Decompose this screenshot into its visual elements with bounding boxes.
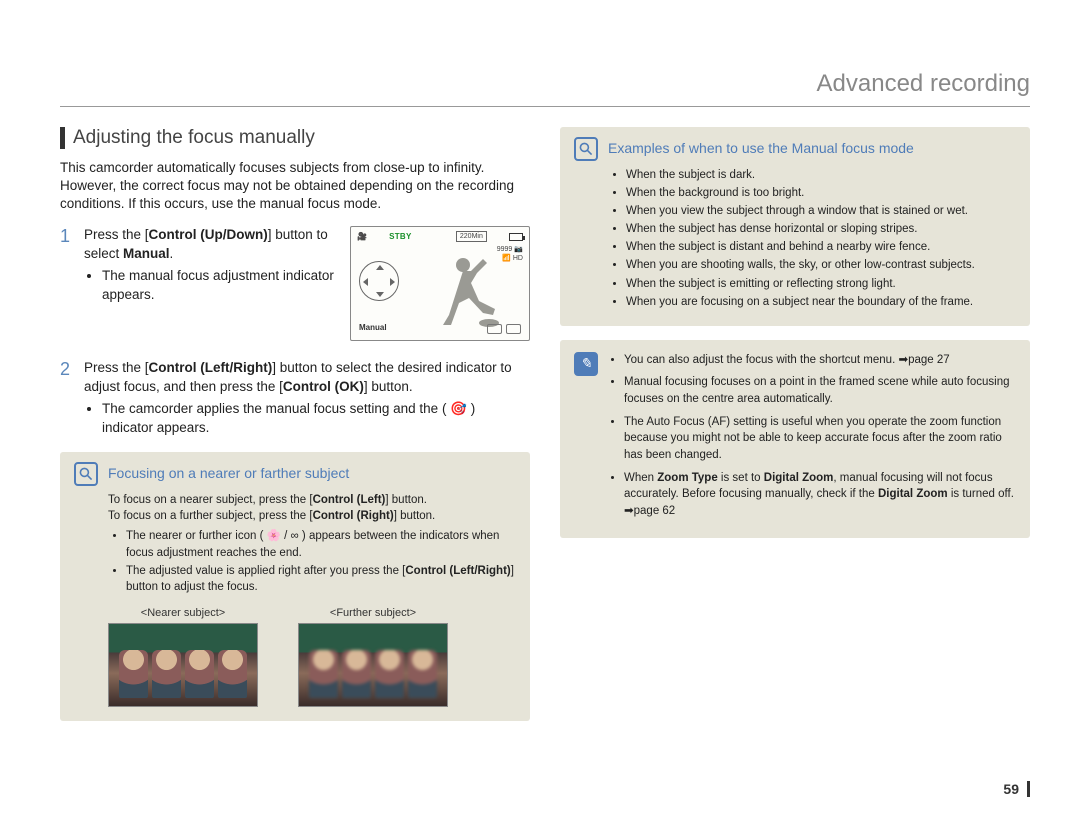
- list-item: When the subject has dense horizontal or…: [626, 221, 1016, 237]
- callout-examples: Examples of when to use the Manual focus…: [560, 127, 1030, 326]
- page-number: 59: [1003, 781, 1030, 797]
- lcd-time: 220Min: [456, 231, 487, 243]
- step-number: 1: [60, 226, 74, 349]
- further-label: <Further subject>: [298, 607, 448, 619]
- list-item: When the subject is emitting or reflecti…: [626, 276, 1016, 292]
- callout-nearer-farther: Focusing on a nearer or farther subject …: [60, 452, 530, 721]
- nearer-thumbnail: [108, 623, 258, 707]
- list-item: When you are focusing on a subject near …: [626, 294, 1016, 310]
- magnifier-icon: [574, 137, 598, 161]
- magnifier-icon: [74, 462, 98, 486]
- list-item: When you view the subject through a wind…: [626, 203, 1016, 219]
- battery-icon: [509, 233, 523, 241]
- callout-title: Focusing on a nearer or farther subject: [108, 462, 349, 481]
- list-item: When the subject is distant and behind a…: [626, 239, 1016, 255]
- lcd-preview: 🎥 STBY 220Min 9999 📷 📶 HD: [350, 226, 530, 341]
- section-title: Adjusting the focus manually: [60, 127, 530, 149]
- nearer-label: <Nearer subject>: [108, 607, 258, 619]
- step-1: 1 🎥 STBY 220Min 9999 📷 📶 HD: [60, 226, 530, 349]
- list-item: When you are shooting walls, the sky, or…: [626, 257, 1016, 273]
- list-item: The nearer or further icon ( 🌸 / ∞ ) app…: [126, 528, 516, 560]
- kicker-figure-icon: [421, 253, 511, 328]
- further-thumbnail: [298, 623, 448, 707]
- section-intro: This camcorder automatically focuses sub…: [60, 159, 530, 214]
- list-item: When Zoom Type is set to Digital Zoom, m…: [624, 470, 1016, 520]
- control-dial-icon: [359, 261, 399, 301]
- list-item: The adjusted value is applied right afte…: [126, 563, 516, 595]
- note-block: ✎ You can also adjust the focus with the…: [560, 340, 1030, 538]
- lcd-mode-label: Manual: [359, 322, 387, 333]
- list-item: The Auto Focus (AF) setting is useful wh…: [624, 414, 1016, 464]
- note-icon: ✎: [574, 352, 598, 376]
- list-item: When the background is too bright.: [626, 185, 1016, 201]
- lcd-count: 9999: [497, 246, 513, 253]
- list-item: Manual focusing focuses on a point in th…: [624, 374, 1016, 407]
- chapter-title: Advanced recording: [60, 70, 1030, 107]
- step-2-bullet: The camcorder applies the manual focus s…: [102, 400, 530, 438]
- callout-title: Examples of when to use the Manual focus…: [608, 137, 914, 156]
- list-item: You can also adjust the focus with the s…: [624, 352, 1016, 369]
- list-item: When the subject is dark.: [626, 167, 1016, 183]
- step-2: 2 Press the [Control (Left/Right)] butto…: [60, 359, 530, 441]
- lcd-stby: STBY: [389, 231, 412, 242]
- step-number: 2: [60, 359, 74, 441]
